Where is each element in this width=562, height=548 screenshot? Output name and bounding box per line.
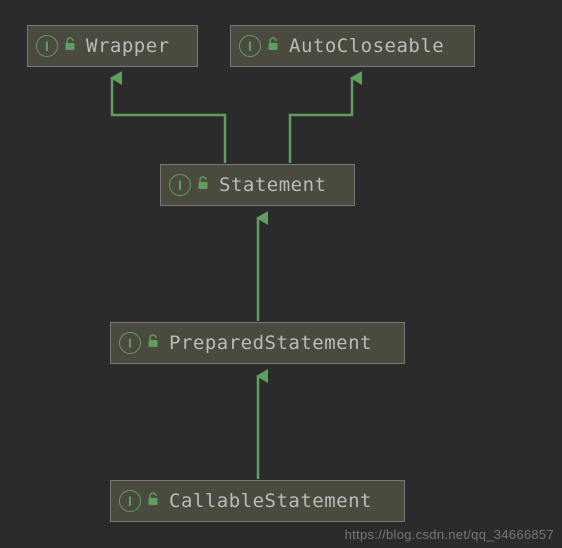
class-label: Statement [219, 174, 326, 196]
lock-icon [197, 176, 209, 194]
interface-icon: I [36, 35, 58, 57]
lock-icon [147, 334, 159, 352]
lock-icon [64, 37, 76, 55]
class-node-autocloseable[interactable]: I AutoCloseable [230, 25, 475, 67]
class-label: Wrapper [86, 35, 170, 57]
interface-icon: I [239, 35, 261, 57]
class-label: CallableStatement [169, 490, 372, 512]
connector-lines [0, 0, 562, 548]
interface-icon: I [119, 490, 141, 512]
lock-icon [267, 37, 279, 55]
class-label: PreparedStatement [169, 332, 372, 354]
lock-icon [147, 492, 159, 510]
class-label: AutoCloseable [289, 35, 444, 57]
class-node-wrapper[interactable]: I Wrapper [27, 25, 198, 67]
class-node-statement[interactable]: I Statement [160, 164, 355, 206]
interface-icon: I [119, 332, 141, 354]
class-node-preparedstatement[interactable]: I PreparedStatement [110, 322, 405, 364]
interface-icon: I [169, 174, 191, 196]
watermark-text: https://blog.csdn.net/qq_34666857 [345, 527, 554, 542]
class-node-callablestatement[interactable]: I CallableStatement [110, 480, 405, 522]
